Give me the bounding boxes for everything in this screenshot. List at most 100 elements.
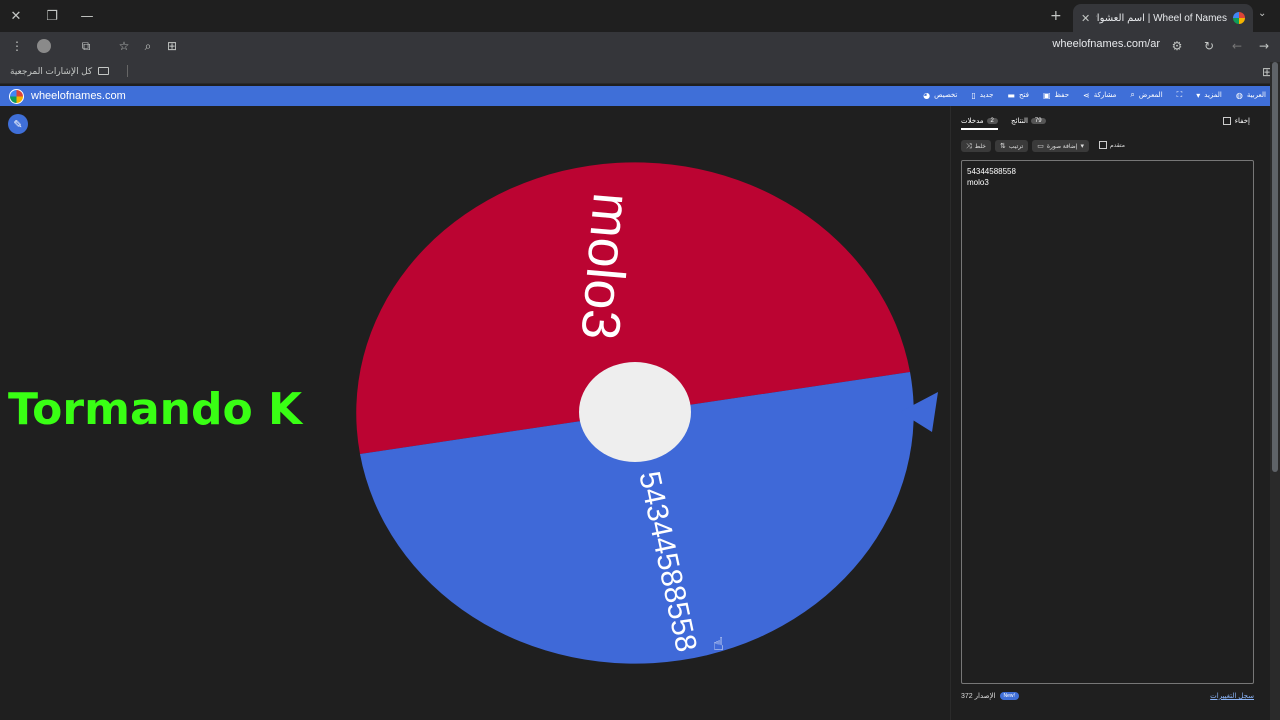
menu-open-label: فتح (1018, 92, 1029, 99)
globe-icon: ◍ (1235, 90, 1243, 100)
reload-icon[interactable]: ↻ (1200, 37, 1218, 55)
list-item: molo3 (967, 178, 989, 187)
sort-icon: ⇅ (1000, 142, 1006, 150)
menu-customize[interactable]: ◕ تخصيص (923, 90, 957, 100)
add-image-button[interactable]: ▭ إضافة صورة ▾ (1032, 140, 1089, 152)
site-settings-icon[interactable]: ⚙ (1168, 37, 1186, 55)
hide-toggle[interactable]: إخفاء (1222, 117, 1250, 125)
sort-label: ترتيب (1008, 143, 1024, 150)
sidebar-tabs: مدخلات 2 النتائج 79 (955, 114, 1255, 132)
chevron-down-icon: ▾ (1080, 142, 1084, 150)
new-badge: New! (999, 692, 1019, 700)
shuffle-icon: ⤨ (966, 141, 972, 150)
menu-language[interactable]: ◍ العربية (1236, 90, 1266, 100)
menu-gallery-label: المعرض (1138, 92, 1163, 99)
menu-save-label: حفظ (1054, 92, 1070, 99)
tab-entries-label: مدخلات (961, 118, 984, 125)
wheel-hub[interactable] (579, 362, 691, 462)
search-icon: ⌕ (1130, 90, 1135, 99)
address-bar[interactable]: wheelofnames.com/ar (1000, 38, 1160, 50)
tab-title: Wheel of Names | اسم العشوائي (1096, 12, 1227, 24)
folder-icon: ▬ (1007, 90, 1015, 100)
sort-button[interactable]: ⇅ ترتيب (995, 140, 1029, 152)
tab-entries-count: 2 (986, 118, 998, 124)
bookmark-star-icon[interactable]: ☆ (115, 37, 133, 55)
tab-entries[interactable]: مدخلات 2 (961, 117, 998, 130)
tab-close-icon[interactable]: ✕ (1081, 12, 1090, 25)
bookmarks-divider (127, 65, 129, 77)
chevron-down-icon: ▾ (1196, 90, 1201, 100)
kebab-menu-icon[interactable]: ⋮ (8, 37, 26, 55)
page-scrollbar[interactable] (1270, 62, 1280, 720)
hide-label: إخفاء (1234, 118, 1250, 125)
share-icon: ⋖ (1083, 90, 1090, 100)
advanced-toggle[interactable]: متقدم (1099, 141, 1125, 149)
version-info: الإصدار 372 New! (961, 692, 1019, 700)
menu-new[interactable]: ▯ جديد (971, 90, 993, 100)
menu-language-label: العربية (1246, 92, 1266, 99)
tab-results-count: 79 (1030, 118, 1046, 124)
advanced-checkbox[interactable] (1099, 141, 1107, 149)
menu-open[interactable]: ▬ فتح (1007, 90, 1029, 100)
wheel-area: ✎ molo3 54344588558 Tormando K ☝ (0, 106, 950, 720)
image-icon: ▭ (1037, 142, 1044, 150)
extensions-icon[interactable]: ⧉ (77, 37, 95, 55)
restore-window-icon[interactable]: ❐ (42, 6, 62, 26)
advanced-label: متقدم (1110, 142, 1125, 149)
menu-new-label: جديد (979, 92, 994, 99)
shuffle-button[interactable]: ⤨ خلط (961, 140, 991, 152)
folder-icon (98, 67, 110, 75)
site-header: wheelofnames.com ◍ العربية ▾ المزيد ⛶ ⌕ الم… (0, 86, 1280, 106)
entries-textarea[interactable]: 54344588558 molo3 (961, 160, 1254, 684)
edit-pencil-icon[interactable]: ✎ (8, 114, 28, 134)
overlay-watermark-text: Tormando K (8, 384, 303, 435)
menu-more-label: المزيد (1204, 92, 1222, 99)
wheel-group[interactable]: molo3 54344588558 (356, 162, 914, 664)
new-tab-icon[interactable]: + (1050, 8, 1062, 24)
close-window-icon[interactable]: ✕ (6, 6, 26, 26)
wheel-label-molo3: molo3 (569, 190, 642, 342)
menu-gallery[interactable]: ⌕ المعرض (1130, 90, 1162, 100)
wheel[interactable]: molo3 54344588558 (340, 156, 940, 676)
menu-fullscreen[interactable]: ⛶ (1177, 90, 1183, 100)
entries-toolbar: ⤨ خلط ⇅ ترتيب ▭ إضافة صورة ▾ (961, 140, 1089, 152)
menu-share-label: مشاركة (1093, 92, 1117, 99)
site-title[interactable]: wheelofnames.com (31, 90, 126, 102)
wheel-favicon-icon (1233, 12, 1245, 24)
all-bookmarks[interactable]: كل الإشارات المرجعية (10, 65, 129, 77)
hand-cursor-icon: ☝ (713, 634, 724, 655)
install-app-icon[interactable]: ⊞ (163, 37, 181, 55)
site-menu: ◍ العربية ▾ المزيد ⛶ ⌕ المعرض ⋖ مشاركة ▣ حفظ … (923, 90, 1266, 100)
all-bookmarks-label: كل الإشارات المرجعية (10, 65, 93, 76)
zoom-icon[interactable]: ⌕ (139, 37, 157, 55)
add-image-label: إضافة صورة (1046, 143, 1078, 150)
shuffle-label: خلط (974, 143, 986, 150)
forward-arrow-icon[interactable]: ← (1228, 37, 1246, 55)
hide-checkbox[interactable] (1222, 117, 1231, 125)
site-logo-icon[interactable] (9, 89, 24, 104)
profile-avatar-icon[interactable] (35, 37, 53, 55)
version-label: الإصدار 372 (961, 693, 996, 700)
list-item: 54344588558 (967, 167, 1016, 176)
changelog-link[interactable]: سجل التغييرات (1210, 692, 1254, 700)
back-arrow-icon[interactable]: → (1255, 37, 1273, 55)
menu-share[interactable]: ⋖ مشاركة (1083, 90, 1116, 100)
browser-toolbar: ⋮ ⧉ ☆ ⌕ ⊞ wheelofnames.com/ar ⚙ ↻ ← → (0, 32, 1280, 60)
fullscreen-icon: ⛶ (1176, 90, 1183, 99)
menu-customize-label: تخصيص (934, 92, 958, 99)
menu-more[interactable]: ▾ المزيد (1196, 90, 1222, 100)
browser-tab-bar: ✕ ❐ — + ✕ Wheel of Names | اسم العشوائي … (0, 0, 1280, 32)
file-icon: ▯ (971, 90, 976, 100)
minimize-window-icon[interactable]: — (77, 6, 97, 26)
menu-save[interactable]: ▣ حفظ (1043, 90, 1069, 100)
tab-results-label: النتائج (1011, 118, 1028, 125)
tab-search-icon[interactable]: ⌄ (1258, 8, 1266, 19)
browser-tab[interactable]: ✕ Wheel of Names | اسم العشوائي (1073, 4, 1253, 32)
sidebar-footer: الإصدار 372 New! سجل التغييرات (961, 692, 1254, 704)
bookmarks-bar: كل الإشارات المرجعية ⊞ (0, 60, 1280, 84)
palette-icon: ◕ (923, 90, 931, 100)
save-icon: ▣ (1042, 90, 1051, 100)
sidebar-panel: مدخلات 2 النتائج 79 إخفاء ⤨ خلط ⇅ ترتيب ▭ إ… (950, 106, 1270, 720)
scrollbar-thumb[interactable] (1272, 62, 1278, 472)
tab-results[interactable]: النتائج 79 (1011, 117, 1046, 125)
